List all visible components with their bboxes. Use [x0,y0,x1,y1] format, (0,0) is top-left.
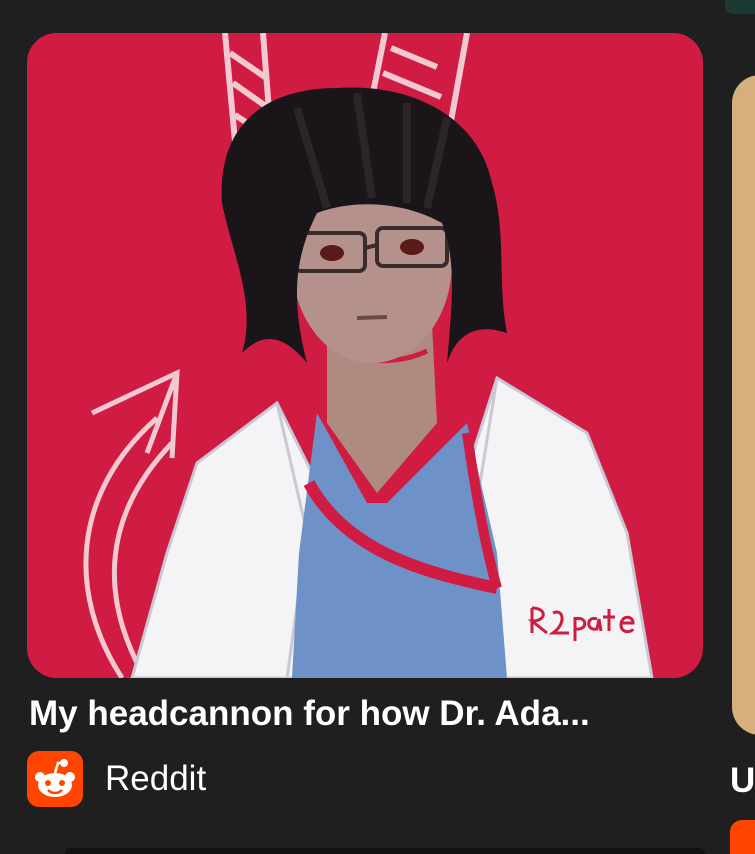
source-name: Reddit [105,759,207,798]
result-thumbnail[interactable] [27,33,703,678]
reddit-icon [730,820,755,854]
next-result-thumbnail[interactable] [732,75,755,735]
image-result-card[interactable]: My headcannon for how Dr. Ada... Reddit [27,33,703,853]
reddit-icon [27,751,83,807]
result-title[interactable]: My headcannon for how Dr. Ada... [29,693,699,735]
next-result-title[interactable]: U [730,760,755,802]
character-illustration [27,33,703,678]
next-row-edge [65,848,705,854]
image-results-strip: My headcannon for how Dr. Ada... Reddit … [0,0,755,854]
result-source[interactable]: Reddit [27,751,206,807]
previous-item-edge [725,0,755,14]
